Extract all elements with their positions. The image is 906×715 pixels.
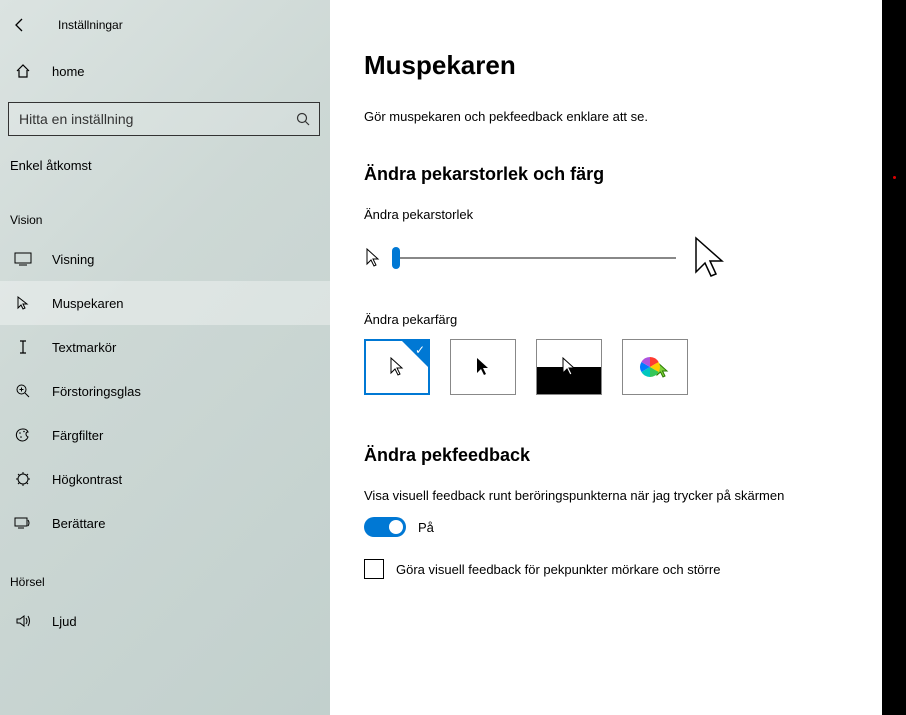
sidebar-item-berattare[interactable]: Berättare	[0, 501, 330, 545]
pointer-icon	[14, 294, 32, 312]
darker-feedback-label: Göra visuell feedback för pekpunkter mör…	[396, 562, 720, 577]
page-subtitle: Gör muspekaren och pekfeedback enklare a…	[364, 109, 852, 124]
narrator-icon	[14, 514, 32, 532]
cursor-black-icon	[474, 355, 492, 379]
sidebar-item-label: Förstoringsglas	[52, 384, 141, 399]
sidebar-item-visning[interactable]: Visning	[0, 237, 330, 281]
magnifier-icon	[14, 382, 32, 400]
sidebar-item-textmarkor[interactable]: Textmarkör	[0, 325, 330, 369]
cursor-inverted-icon	[560, 355, 578, 379]
right-black-bar	[882, 0, 906, 715]
home-button[interactable]: home	[0, 40, 330, 102]
cursor-small-icon	[364, 246, 382, 270]
pointer-color-label: Ändra pekarfärg	[364, 312, 852, 327]
sidebar-item-muspekaren[interactable]: Muspekaren	[0, 281, 330, 325]
section-heading-size-color: Ändra pekarstorlek och färg	[364, 164, 852, 185]
slider-thumb[interactable]	[392, 247, 400, 269]
palette-icon	[14, 426, 32, 444]
display-icon	[14, 250, 32, 268]
text-cursor-icon	[14, 338, 32, 356]
sidebar-item-ljud[interactable]: Ljud	[0, 599, 330, 643]
feedback-toggle[interactable]	[364, 517, 406, 537]
arrow-left-icon	[12, 17, 28, 33]
sidebar-item-fargfilter[interactable]: Färgfilter	[0, 413, 330, 457]
red-dot-icon	[893, 176, 896, 179]
search-input[interactable]	[19, 111, 295, 127]
search-icon	[295, 111, 311, 127]
color-tile-custom[interactable]	[622, 339, 688, 395]
pointer-size-slider[interactable]	[396, 257, 676, 259]
pointer-size-label: Ändra pekarstorlek	[364, 207, 852, 222]
sidebar-item-label: Högkontrast	[52, 472, 122, 487]
app-title: Inställningar	[58, 18, 123, 32]
sidebar-item-forstoringsglas[interactable]: Förstoringsglas	[0, 369, 330, 413]
sidebar-item-label: Ljud	[52, 614, 77, 629]
category-label-horsel: Hörsel	[0, 545, 330, 599]
cursor-large-icon	[690, 234, 730, 282]
sidebar: Inställningar home Enkel åtkomst Vision …	[0, 0, 330, 715]
category-label-vision: Vision	[0, 183, 330, 237]
search-input-wrapper[interactable]	[8, 102, 320, 136]
sidebar-item-label: Muspekaren	[52, 296, 124, 311]
home-icon	[14, 62, 32, 80]
sidebar-item-label: Berättare	[52, 516, 105, 531]
color-tile-white[interactable]: ✓	[364, 339, 430, 395]
check-icon: ✓	[415, 343, 425, 357]
sidebar-item-label: Färgfilter	[52, 428, 103, 443]
section-label: Enkel åtkomst	[0, 136, 330, 183]
darker-feedback-checkbox[interactable]	[364, 559, 384, 579]
toggle-state-label: På	[418, 520, 434, 535]
color-wheel-icon	[639, 356, 661, 378]
toggle-knob	[389, 520, 403, 534]
sidebar-item-label: Textmarkör	[52, 340, 116, 355]
home-label: home	[52, 64, 85, 79]
contrast-icon	[14, 470, 32, 488]
speaker-icon	[14, 612, 32, 630]
main-content: Muspekaren Gör muspekaren och pekfeedbac…	[330, 0, 882, 715]
feedback-toggle-label: Visa visuell feedback runt beröringspunk…	[364, 488, 852, 503]
sidebar-item-hogkontrast[interactable]: Högkontrast	[0, 457, 330, 501]
page-title: Muspekaren	[364, 50, 852, 81]
sidebar-item-label: Visning	[52, 252, 94, 267]
section-heading-feedback: Ändra pekfeedback	[364, 445, 852, 466]
back-button[interactable]	[10, 15, 30, 35]
color-tile-black[interactable]	[450, 339, 516, 395]
color-tile-inverted[interactable]	[536, 339, 602, 395]
pointer-color-tiles: ✓	[364, 339, 852, 395]
